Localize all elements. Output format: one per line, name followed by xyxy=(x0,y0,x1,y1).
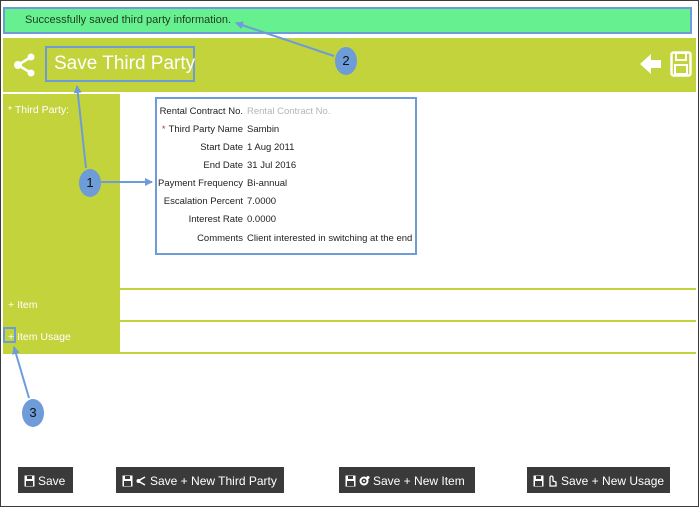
rental-contract-input[interactable]: Rental Contract No. xyxy=(247,105,330,119)
touch-icon xyxy=(549,475,557,487)
rental-contract-label: Rental Contract No. xyxy=(159,106,243,117)
page-title-text: Save Third Party xyxy=(54,53,196,74)
success-notification: Successfully saved third party informati… xyxy=(3,7,692,34)
payment-frequency-value[interactable]: Bi-annual xyxy=(247,177,287,191)
comments-value[interactable]: Client interested in switching at the en… xyxy=(247,232,412,246)
save-button[interactable]: Save xyxy=(18,467,73,493)
page-title: Save Third Party xyxy=(45,46,195,82)
start-date-value[interactable]: 1 Aug 2011 xyxy=(247,141,294,155)
form-row-escalation: Escalation Percent 7.0000 xyxy=(157,195,415,209)
form-row-third-party-name: * Third Party Name Sambin xyxy=(157,123,415,137)
expand-marker[interactable]: * xyxy=(8,104,12,116)
third-party-form: Rental Contract No. Rental Contract No. … xyxy=(155,97,417,255)
success-message: Successfully saved third party informati… xyxy=(25,14,232,26)
section-item-label: Item xyxy=(17,299,38,311)
payment-frequency-label: Payment Frequency xyxy=(157,178,243,189)
section-item[interactable]: + Item xyxy=(3,290,120,320)
start-date-label: Start Date xyxy=(200,142,243,153)
share-icon xyxy=(136,476,146,486)
callout-2: 2 xyxy=(335,47,357,75)
save-new-item-label: Save + New Item xyxy=(373,473,465,488)
highlight-box xyxy=(3,327,16,343)
save-button-label: Save xyxy=(38,473,66,488)
comments-label: Comments xyxy=(197,233,243,244)
save-new-third-party-label: Save + New Third Party xyxy=(150,473,277,488)
form-row-start-date: Start Date 1 Aug 2011 xyxy=(157,141,415,155)
save-new-item-button[interactable]: Save + New Item xyxy=(339,467,475,493)
interest-rate-label: Interest Rate xyxy=(188,214,243,225)
divider xyxy=(3,352,696,354)
form-row-payment-frequency: Payment Frequency Bi-annual xyxy=(157,177,415,191)
share-icon[interactable] xyxy=(12,52,36,78)
save-new-third-party-button[interactable]: Save + New Third Party xyxy=(116,467,284,493)
escalation-percent-label: Escalation Percent xyxy=(163,196,243,207)
floppy-save-icon xyxy=(533,475,544,487)
required-marker: * xyxy=(161,124,166,135)
end-date-value[interactable]: 31 Jul 2016 xyxy=(247,159,296,173)
section-item-usage-label: Item Usage xyxy=(17,331,71,343)
section-item-usage[interactable]: + Item Usage xyxy=(3,322,120,352)
third-party-name-label: * Third Party Name xyxy=(162,123,243,137)
floppy-save-icon xyxy=(122,475,133,487)
plus-icon[interactable]: + xyxy=(8,299,14,311)
back-arrow-icon[interactable] xyxy=(640,52,662,76)
interest-rate-value[interactable]: 0.0000 xyxy=(247,213,276,227)
callout-3: 3 xyxy=(22,399,44,427)
callout-1: 1 xyxy=(79,169,101,197)
third-party-name-label-text: Third Party Name xyxy=(168,124,243,135)
floppy-save-icon[interactable] xyxy=(670,51,692,77)
third-party-name-value[interactable]: Sambin xyxy=(247,123,279,137)
floppy-save-icon xyxy=(345,475,356,487)
save-new-usage-label: Save + New Usage xyxy=(561,473,665,488)
section-third-party-label: Third Party: xyxy=(14,104,70,116)
section-third-party[interactable]: * Third Party: xyxy=(3,94,120,288)
save-new-usage-button[interactable]: Save + New Usage xyxy=(527,467,670,493)
form-row-end-date: End Date 31 Jul 2016 xyxy=(157,159,415,173)
end-date-label: End Date xyxy=(203,160,243,171)
gear-icon xyxy=(359,475,370,486)
escalation-percent-value[interactable]: 7.0000 xyxy=(247,195,276,209)
form-row-interest-rate: Interest Rate 0.0000 xyxy=(157,213,415,227)
floppy-save-icon xyxy=(24,475,35,487)
form-row-rental-contract: Rental Contract No. Rental Contract No. xyxy=(157,105,415,119)
form-row-comments: Comments Client interested in switching … xyxy=(157,232,415,246)
